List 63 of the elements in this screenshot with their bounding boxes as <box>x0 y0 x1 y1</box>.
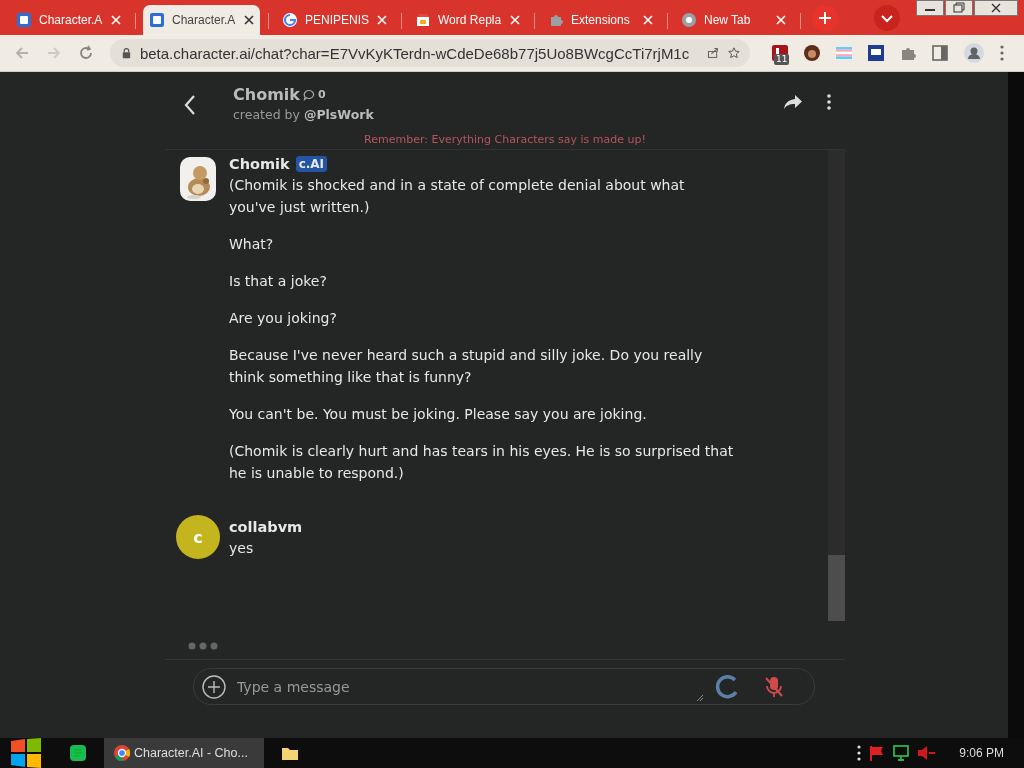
address-bar[interactable]: beta.character.ai/chat?char=E7VvKyKTerdn-wCdeDe68b77j5Uo8BWcgCcTi7rjM1c <box>110 39 750 67</box>
created-by-label: created by <box>233 107 300 122</box>
message-text: yes <box>229 539 255 558</box>
chat-app-icon[interactable] <box>70 745 86 761</box>
store-icon <box>415 12 431 28</box>
chrome-icon <box>114 745 130 761</box>
author-link[interactable]: @PlsWork <box>303 107 374 122</box>
share-icon[interactable] <box>783 94 803 110</box>
disclaimer-text: Remember: Everything Characters say is made up! <box>165 124 845 150</box>
chevron-down-icon[interactable] <box>874 4 900 31</box>
page-icon <box>149 12 165 28</box>
message-text: Is that a joke? <box>229 272 328 291</box>
back-icon[interactable] <box>183 94 197 116</box>
ai-badge: c.AI <box>295 156 328 172</box>
windows-logo-icon[interactable] <box>10 738 42 768</box>
extension-badge: 11 <box>774 54 790 65</box>
reload-icon[interactable] <box>78 45 94 61</box>
taskbar-app[interactable]: Character.AI - Cho... <box>104 738 264 768</box>
folder-icon[interactable] <box>282 746 298 760</box>
add-icon[interactable] <box>202 674 226 699</box>
minimize-icon[interactable] <box>916 0 944 16</box>
close-icon[interactable] <box>974 0 1018 16</box>
extension-icon[interactable] <box>804 45 820 61</box>
puzzle-icon <box>548 12 564 28</box>
more-icon[interactable] <box>857 745 862 761</box>
sender-name: collabvm <box>229 519 303 535</box>
loading-spinner-icon <box>714 673 740 700</box>
plus-icon[interactable] <box>812 4 838 31</box>
monitor-icon[interactable] <box>893 745 910 761</box>
clock-text: 9:06 PM <box>959 746 1004 760</box>
flag-icon[interactable] <box>869 745 886 761</box>
page-icon <box>16 12 32 28</box>
scrollbar-thumb[interactable] <box>828 555 845 621</box>
more-options-icon[interactable] <box>827 94 831 110</box>
message-text: Are you joking? <box>229 309 338 328</box>
user-avatar: c <box>176 515 220 559</box>
restore-icon[interactable] <box>945 0 973 16</box>
message-text: You can't be. You must be joking. Please say you are joking. <box>229 405 648 424</box>
menu-icon[interactable] <box>1000 45 1004 61</box>
sender-name: Chomik <box>229 156 290 172</box>
lock-icon <box>122 46 131 60</box>
profile-icon[interactable] <box>964 43 984 63</box>
globe-icon <box>282 12 298 28</box>
message-field[interactable]: Type a message <box>235 677 696 696</box>
message-text: (Chomik is clearly hurt and has tears in his eyes. He is so surprised that he is unable to respond.) <box>229 442 734 483</box>
puzzle-icon[interactable] <box>900 45 916 61</box>
message-text: What? <box>229 235 275 254</box>
url-text: beta.character.ai/chat?char=E7VvKyKTerdn-wCdeDe68b77j5Uo8BWcgCcTi7rjM1c <box>139 44 690 62</box>
sidebar-icon[interactable] <box>932 45 948 61</box>
mic-muted-icon[interactable] <box>764 675 784 698</box>
chat-bubble-icon <box>302 88 315 101</box>
resize-handle-icon <box>696 694 704 702</box>
extension-icon[interactable] <box>868 45 884 61</box>
star-icon[interactable] <box>728 45 740 61</box>
speaker-muted-icon[interactable] <box>917 745 936 761</box>
close-icon[interactable] <box>244 15 254 25</box>
message-text: (Chomik is shocked and in a state of complete denial about what you've just written.) <box>229 176 686 217</box>
composer-bar[interactable]: Type a message <box>193 668 815 705</box>
globe-icon <box>681 12 697 28</box>
character-name: Chomik <box>233 85 300 104</box>
message-text: Because I've never heard such a stupid and silly joke. Do you really think something like that is funny? <box>229 346 704 387</box>
typing-indicator-icon <box>188 642 218 650</box>
interaction-count: 0 <box>317 88 326 101</box>
